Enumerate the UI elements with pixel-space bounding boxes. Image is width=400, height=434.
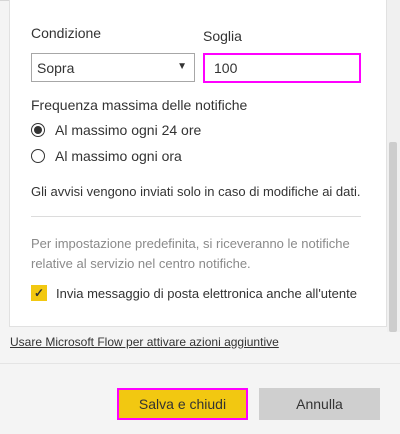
default-notification-notice: Per impostazione predefinita, si ricever…: [31, 236, 350, 271]
radio-label: Al massimo ogni ora: [55, 148, 182, 164]
radio-every-hour[interactable]: Al massimo ogni ora: [31, 147, 182, 165]
email-checkbox-row[interactable]: ✓ Invia messaggio di posta elettronica a…: [31, 285, 357, 301]
condition-select[interactable]: Sopra ▼: [31, 53, 195, 82]
condition-label: Condizione: [31, 25, 102, 41]
threshold-input-value: 100: [214, 60, 238, 76]
radio-every-24-hours[interactable]: Al massimo ogni 24 ore: [31, 121, 201, 139]
threshold-label: Soglia: [203, 28, 242, 44]
divider: [31, 216, 361, 217]
condition-select-value: Sopra: [37, 60, 75, 76]
scrollbar-thumb[interactable]: [389, 142, 397, 332]
radio-label: Al massimo ogni 24 ore: [55, 122, 202, 138]
alert-info-text: Gli avvisi vengono inviati solo in caso …: [31, 184, 361, 199]
frequency-label: Frequenza massima delle notifiche: [31, 97, 248, 113]
microsoft-flow-link[interactable]: Usare Microsoft Flow per attivare azioni…: [10, 335, 279, 349]
radio-button-icon[interactable]: [31, 149, 45, 163]
radio-button-icon[interactable]: [31, 123, 45, 137]
dropdown-arrow-icon: ▼: [177, 61, 187, 72]
footer-divider: [0, 363, 400, 364]
checkbox-checked-icon[interactable]: ✓: [31, 285, 47, 301]
threshold-input[interactable]: 100: [203, 53, 361, 83]
cancel-button[interactable]: Annulla: [259, 388, 380, 420]
save-and-close-button[interactable]: Salva e chiudi: [117, 388, 248, 420]
email-checkbox-label: Invia messaggio di posta elettronica anc…: [56, 285, 357, 301]
